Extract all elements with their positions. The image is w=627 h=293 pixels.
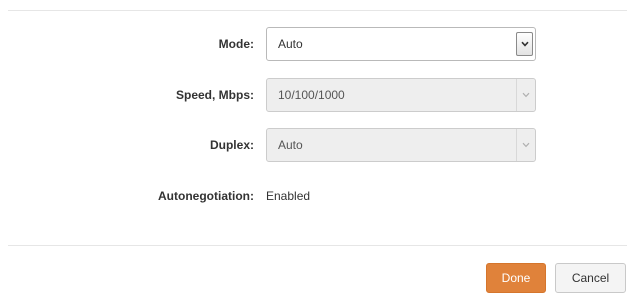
speed-select-arrow: [516, 79, 535, 111]
chevron-down-icon: [522, 92, 530, 98]
mode-select-value: Auto: [278, 37, 303, 51]
done-button[interactable]: Done: [486, 263, 546, 293]
duplex-row: Duplex: Auto: [0, 128, 627, 162]
speed-select: 10/100/1000: [266, 78, 536, 112]
port-settings-dialog: Mode: Auto Speed, Mbps: 10/100/1000 Dupl…: [0, 0, 627, 293]
chevron-down-icon: [520, 41, 529, 47]
bottom-divider: [8, 245, 627, 246]
autonegotiation-label: Autonegotiation:: [158, 189, 254, 203]
speed-select-value: 10/100/1000: [278, 88, 345, 102]
duplex-select-arrow: [516, 129, 535, 161]
speed-row: Speed, Mbps: 10/100/1000: [0, 78, 627, 112]
duplex-select: Auto: [266, 128, 536, 162]
autonegotiation-row: Autonegotiation: Enabled: [0, 179, 627, 213]
duplex-label: Duplex:: [209, 138, 254, 152]
autonegotiation-value: Enabled: [266, 189, 311, 203]
cancel-button[interactable]: Cancel: [555, 263, 626, 293]
mode-label: Mode:: [218, 37, 254, 51]
mode-row: Mode: Auto: [0, 27, 627, 61]
chevron-down-icon: [522, 142, 530, 148]
duplex-select-value: Auto: [278, 138, 303, 152]
speed-label: Speed, Mbps:: [175, 88, 254, 102]
mode-select-arrow[interactable]: [516, 32, 533, 56]
mode-select[interactable]: Auto: [266, 27, 536, 61]
top-divider: [8, 10, 627, 11]
